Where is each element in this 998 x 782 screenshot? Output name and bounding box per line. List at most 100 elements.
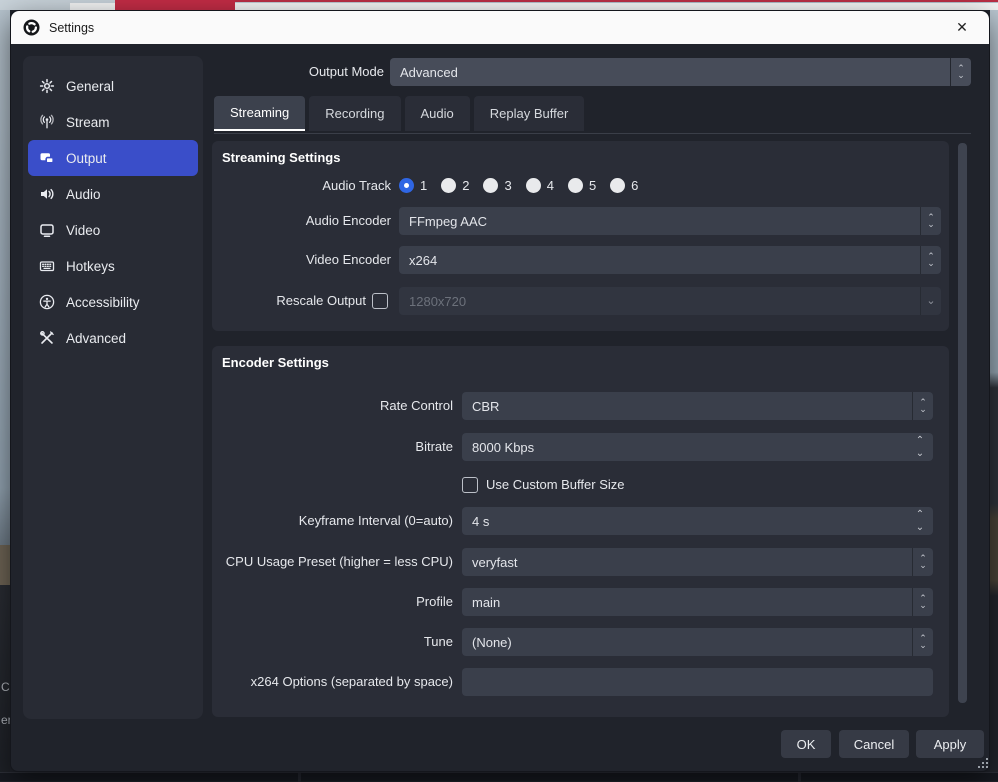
audio-track-option-1[interactable]: 1 (399, 178, 427, 193)
audio-track-option-4[interactable]: 4 (526, 178, 554, 193)
radio-label: 2 (462, 178, 469, 193)
audio-track-option-2[interactable]: 2 (441, 178, 469, 193)
output-mode-label: Output Mode (211, 58, 384, 86)
background-image-fragment (0, 545, 10, 585)
spinner-arrows-icon[interactable]: ⌃⌄ (950, 58, 971, 86)
sidebar-item-stream[interactable]: Stream (28, 104, 198, 140)
radio-icon[interactable] (441, 178, 456, 193)
video-encoder-label: Video Encoder (212, 246, 391, 274)
speaker-icon (38, 186, 55, 203)
sidebar-item-output[interactable]: Output (28, 140, 198, 176)
profile-value: main (462, 595, 500, 610)
desktop-background-right (990, 10, 998, 781)
tune-value: (None) (462, 635, 512, 650)
x264-options-input[interactable] (462, 668, 933, 696)
tab-replay-buffer[interactable]: Replay Buffer (474, 96, 585, 131)
section-title: Streaming Settings (222, 150, 340, 165)
vertical-scrollbar[interactable] (958, 143, 967, 703)
audio-track-option-6[interactable]: 6 (610, 178, 638, 193)
desktop-background-top (0, 0, 998, 10)
desktop-background-bottom (0, 772, 998, 781)
radio-icon[interactable] (568, 178, 583, 193)
sidebar-item-label: Output (66, 151, 107, 166)
radio-icon[interactable] (483, 178, 498, 193)
chevron-down-icon[interactable]: ⌄ (920, 287, 941, 315)
keyframe-interval-spinbox[interactable]: 4 s ⌃⌄ (462, 507, 933, 535)
tune-label: Tune (212, 628, 453, 656)
sidebar-item-label: Audio (66, 187, 101, 202)
sidebar-item-video[interactable]: Video (28, 212, 198, 248)
radio-label: 5 (589, 178, 596, 193)
rescale-resolution-select[interactable]: 1280x720 ⌄ (399, 287, 941, 315)
titlebar[interactable]: Settings ✕ (11, 11, 989, 44)
audio-encoder-select[interactable]: FFmpeg AAC ⌃⌄ (399, 207, 941, 235)
spinner-arrows-icon[interactable]: ⌃⌄ (912, 628, 933, 656)
bitrate-label: Bitrate (212, 433, 453, 461)
spinner-arrows-icon[interactable]: ⌃⌄ (912, 548, 933, 576)
rescale-output-label: Rescale Output (212, 287, 366, 315)
video-encoder-value: x264 (399, 253, 437, 268)
spinner-arrows-icon[interactable]: ⌃⌄ (912, 392, 933, 420)
gear-icon (38, 78, 55, 95)
settings-dialog: Settings ✕ General Stream (10, 10, 990, 772)
audio-encoder-value: FFmpeg AAC (399, 214, 487, 229)
encoder-settings-section: Encoder Settings Rate Control CBR ⌃⌄ Bit… (212, 346, 949, 717)
spinner-arrows-icon[interactable]: ⌃⌄ (920, 207, 941, 235)
resize-grip[interactable] (977, 757, 989, 769)
radio-icon[interactable] (526, 178, 541, 193)
tab-label: Recording (325, 106, 384, 121)
spinner-arrows-icon[interactable]: ⌃⌄ (912, 588, 933, 616)
sidebar-item-advanced[interactable]: Advanced (28, 320, 198, 356)
custom-buffer-checkbox[interactable] (462, 477, 478, 493)
video-encoder-select[interactable]: x264 ⌃⌄ (399, 246, 941, 274)
profile-select[interactable]: main ⌃⌄ (462, 588, 933, 616)
monitor-icon (38, 222, 55, 239)
sidebar-item-label: Stream (66, 115, 110, 130)
background-red-line (235, 0, 998, 2)
radio-label: 3 (504, 178, 511, 193)
radio-selected-icon[interactable] (399, 178, 414, 193)
cancel-button[interactable]: Cancel (839, 730, 909, 758)
rate-control-select[interactable]: CBR ⌃⌄ (462, 392, 933, 420)
cpu-preset-select[interactable]: veryfast ⌃⌄ (462, 548, 933, 576)
audio-track-label: Audio Track (212, 176, 391, 196)
sidebar-item-accessibility[interactable]: Accessibility (28, 284, 198, 320)
spinner-arrows-icon[interactable]: ⌃⌄ (907, 433, 933, 461)
sidebar-item-general[interactable]: General (28, 68, 198, 104)
output-mode-select[interactable]: Advanced ⌃⌄ (390, 58, 971, 86)
rescale-output-checkbox[interactable] (372, 293, 388, 309)
radio-icon[interactable] (610, 178, 625, 193)
audio-track-radios: 1 2 3 4 5 6 (399, 178, 638, 193)
tab-separator (214, 133, 971, 134)
keyboard-icon (38, 258, 55, 275)
sidebar-item-label: Accessibility (66, 295, 140, 310)
x264-options-label: x264 Options (separated by space) (212, 668, 453, 696)
keyframe-interval-value: 4 s (462, 514, 489, 529)
section-title: Encoder Settings (222, 355, 329, 370)
spinner-arrows-icon[interactable]: ⌃⌄ (920, 246, 941, 274)
sidebar-item-hotkeys[interactable]: Hotkeys (28, 248, 198, 284)
tab-streaming[interactable]: Streaming (214, 96, 305, 131)
close-button[interactable]: ✕ (947, 15, 977, 41)
cpu-preset-label: CPU Usage Preset (higher = less CPU) (212, 548, 453, 576)
audio-track-option-3[interactable]: 3 (483, 178, 511, 193)
cpu-preset-value: veryfast (462, 555, 518, 570)
sidebar-item-label: Video (66, 223, 100, 238)
radio-label: 1 (420, 178, 427, 193)
radio-label: 4 (547, 178, 554, 193)
audio-track-option-5[interactable]: 5 (568, 178, 596, 193)
sidebar-item-label: Advanced (66, 331, 126, 346)
ok-button[interactable]: OK (781, 730, 831, 758)
sidebar-item-audio[interactable]: Audio (28, 176, 198, 212)
background-text-fragment: er (1, 713, 10, 727)
bitrate-spinbox[interactable]: 8000 Kbps ⌃⌄ (462, 433, 933, 461)
settings-sidebar: General Stream Output (23, 56, 203, 719)
spinner-arrows-icon[interactable]: ⌃⌄ (907, 507, 933, 535)
streaming-settings-section: Streaming Settings Audio Track 1 2 3 4 5 (212, 141, 949, 331)
tab-recording[interactable]: Recording (309, 96, 400, 131)
apply-button[interactable]: Apply (916, 730, 984, 758)
sidebar-item-label: General (66, 79, 114, 94)
tune-select[interactable]: (None) ⌃⌄ (462, 628, 933, 656)
tab-audio[interactable]: Audio (405, 96, 470, 131)
keyframe-interval-label: Keyframe Interval (0=auto) (212, 507, 453, 535)
